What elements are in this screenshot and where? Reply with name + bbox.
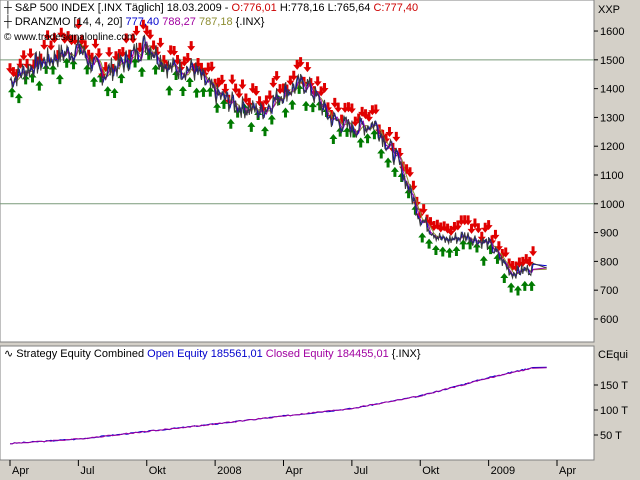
x-tick-label: Apr	[286, 465, 303, 477]
indicator-value-3: 787,18	[198, 16, 233, 28]
symbol-label: S&P 500 INDEX [.INX Täglich] 18.03.2009 …	[14, 2, 232, 14]
equity-header: ∿ Strategy Equity Combined Open Equity 1…	[4, 348, 421, 361]
equity-y-axis: 50 T 100 T 150 T	[594, 380, 628, 442]
low-value: L:765,64	[327, 2, 371, 14]
price-corner-label: XXP	[598, 4, 621, 16]
closed-equity-label: Closed Equity 184455,01	[265, 348, 389, 360]
x-tick-label: Okt	[149, 465, 166, 477]
price-tick-label: 1100	[600, 170, 624, 182]
close-value: C:777,40	[373, 2, 419, 14]
price-tick-label: 1600	[600, 26, 624, 38]
equity-title: Strategy Equity Combined	[16, 348, 145, 360]
price-tick-label: 1300	[600, 112, 624, 124]
open-equity-label: Open Equity 185561,01	[147, 348, 263, 360]
equity-tick-label: 150 T	[600, 380, 628, 392]
website-credit: © www.tradesignalonline.com	[4, 32, 136, 43]
crosshair-icon: ┼	[4, 2, 12, 14]
x-tick-label: Jul	[80, 465, 94, 477]
price-header: ┼ S&P 500 INDEX [.INX Täglich] 18.03.200…	[4, 2, 418, 15]
open-value: O:776,01	[231, 2, 277, 14]
equity-tick-label: 100 T	[600, 405, 628, 417]
price-tick-label: 1200	[600, 141, 624, 153]
equity-corner-label: CEqui	[598, 349, 628, 361]
equity-suffix: {.INX}	[391, 348, 421, 360]
price-tick-label: 1500	[600, 55, 624, 67]
indicator-value-1: 777,40	[125, 16, 160, 28]
price-y-axis: 600 700 800 900 1000 1100 1200 1300 1400 1500 1600	[594, 26, 624, 326]
equity-tick-label: 50 T	[600, 430, 622, 442]
indicator-value-2: 788,27	[162, 16, 196, 28]
x-tick-label: 2009	[491, 465, 515, 477]
price-tick-label: 800	[600, 256, 618, 268]
wave-icon: ∿	[4, 348, 14, 360]
x-tick-label: Apr	[12, 465, 29, 477]
x-tick-label: 2008	[217, 465, 241, 477]
x-tick-label: Jul	[354, 465, 368, 477]
equity-panel	[0, 345, 595, 461]
price-tick-label: 700	[600, 285, 618, 297]
x-tick-label: Apr	[559, 465, 576, 477]
price-tick-label: 900	[600, 228, 618, 240]
high-value: H:778,16	[279, 2, 325, 14]
crosshair-icon: ┼	[4, 16, 12, 28]
x-tick-label: Okt	[422, 465, 439, 477]
chart-canvas: 600 700 800 900 1000 1100 1200 1300 1400 1500 1600…	[0, 0, 628, 477]
indicator-label: DRANZMO [14, 4, 20]	[14, 16, 123, 28]
price-tick-label: 1000	[600, 199, 624, 211]
price-tick-label: 1400	[600, 84, 624, 96]
indicator-suffix: {.INX}	[235, 16, 265, 28]
price-tick-label: 600	[600, 314, 618, 326]
indicator-header: ┼ DRANZMO [14, 4, 20] 777,40 788,27 787,…	[4, 16, 264, 29]
x-axis: Apr Jul Okt 2008 Apr Jul Okt 2009 Apr	[9, 460, 576, 477]
